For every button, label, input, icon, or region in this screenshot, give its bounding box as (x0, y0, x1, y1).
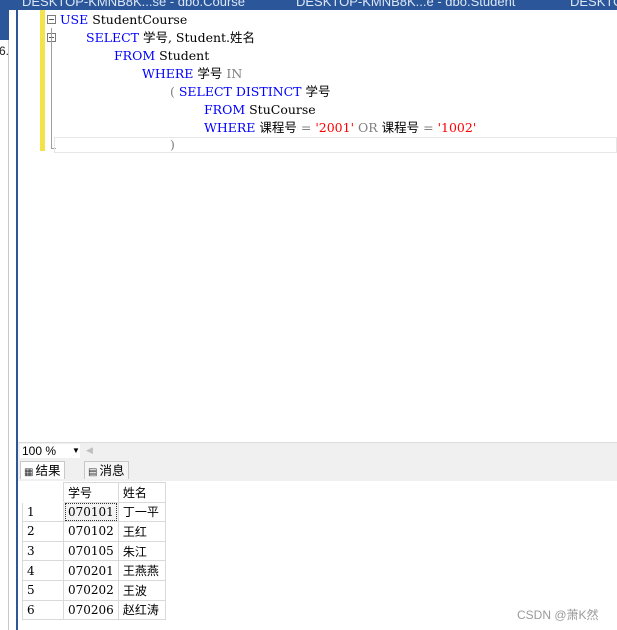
change-tracking-bar (40, 10, 45, 151)
cell-student-id[interactable]: 070101 (63, 501, 119, 523)
editor-status-bar: 100 % ▼ ◀ (18, 442, 617, 460)
code-text: 课程号 (377, 120, 424, 135)
code-text: 学号 (193, 66, 227, 81)
code-text: Student (155, 48, 210, 63)
zoom-value: 100 % (22, 444, 57, 458)
code-text: 学号 (301, 84, 331, 99)
grid-icon: ▦ (24, 467, 34, 478)
table-row: 1 070101 丁一平 (22, 501, 166, 523)
cell-student-id[interactable]: 070202 (63, 579, 119, 601)
code-text: 课程号 (255, 120, 301, 135)
row-number[interactable]: 3 (22, 540, 64, 562)
chevron-down-icon[interactable]: ▼ (72, 444, 80, 458)
cell-name[interactable]: 丁一平 (117, 501, 166, 523)
cell-name[interactable]: 朱江 (117, 540, 166, 562)
tab-messages[interactable]: ▤ 消息 (84, 461, 130, 479)
results-tab-bar: ▦ 结果 ▤ 消息 (18, 459, 617, 481)
code-text: StudentCourse (88, 12, 188, 27)
tab-course-query[interactable]: DESKTOP-KMNB8K...se - dbo.Course (22, 0, 245, 9)
current-line-highlight (54, 137, 617, 153)
grid-header-row: 学号 姓名 (22, 482, 166, 503)
code-line-3[interactable]: FROM Student (114, 47, 209, 65)
code-line-7[interactable]: WHERE 课程号 = '2001' OR 课程号 = '1002' (204, 119, 476, 137)
code-line-1[interactable]: USE StudentCourse (60, 11, 187, 29)
keyword: USE (60, 12, 89, 27)
code-text: 学号, Student.姓名 (139, 30, 256, 45)
string-literal: '2001' (311, 120, 358, 135)
fold-guide-line (51, 28, 52, 148)
tab-student-query[interactable]: DESKTOP-KMNB8K...e - dbo.Student (296, 0, 515, 9)
keyword: FROM (114, 48, 156, 63)
cell-name[interactable]: 王燕燕 (117, 560, 166, 581)
code-line-8[interactable]: ) (170, 136, 175, 154)
scroll-left-icon[interactable]: ◀ (86, 445, 93, 456)
cell-name[interactable]: 王红 (117, 521, 166, 542)
keyword: SELECT (86, 30, 140, 45)
row-number[interactable]: 6 (22, 599, 64, 621)
row-number[interactable]: 1 (22, 501, 64, 523)
cell-name[interactable]: 赵红涛 (117, 599, 166, 621)
object-explorer-edge: 6. (0, 40, 9, 630)
row-number[interactable]: 4 (22, 560, 64, 581)
table-row: 2 070102 王红 (22, 521, 166, 542)
object-explorer-cut-text: 6. (0, 44, 10, 58)
column-header-student-id[interactable]: 学号 (63, 482, 119, 503)
row-number[interactable]: 2 (22, 521, 64, 542)
messages-icon: ▤ (88, 467, 98, 478)
row-number-header (22, 482, 64, 503)
zoom-dropdown[interactable]: 100 % ▼ (20, 444, 80, 458)
code-text: StuCourse (245, 102, 316, 117)
keyword: WHERE (142, 66, 194, 81)
open-paren: ( (170, 84, 179, 99)
keyword-in: IN (226, 66, 243, 81)
cell-student-id[interactable]: 070206 (63, 599, 119, 621)
string-literal: '1002' (433, 120, 477, 135)
code-line-5[interactable]: ( SELECT DISTINCT 学号 (170, 83, 330, 101)
results-grid: 学号 姓名 1 070101 丁一平 2 070102 王红 3 070105 … (22, 482, 166, 621)
column-header-name[interactable]: 姓名 (117, 482, 166, 503)
tab-desktop-partial[interactable]: DESKTOP- (570, 0, 617, 9)
code-line-6[interactable]: FROM StuCourse (204, 101, 316, 119)
table-row: 3 070105 朱江 (22, 540, 166, 562)
close-paren: ) (170, 137, 175, 152)
watermark-text: CSDN @萧K然 (517, 608, 599, 622)
cell-student-id[interactable]: 070201 (63, 560, 119, 581)
document-tab-strip: DESKTOP-KMNB8K...se - dbo.Course DESKTOP… (0, 0, 617, 10)
cell-student-id[interactable]: 070102 (63, 521, 119, 542)
tab-messages-label: 消息 (99, 463, 125, 478)
fold-toggle-use[interactable] (47, 15, 56, 24)
table-row: 6 070206 赵红涛 (22, 599, 166, 621)
code-line-2[interactable]: SELECT 学号, Student.姓名 (86, 29, 255, 47)
tab-results[interactable]: ▦ 结果 (20, 461, 66, 479)
table-row: 5 070202 王波 (22, 579, 166, 601)
tab-results-label: 结果 (35, 463, 61, 478)
cell-student-id[interactable]: 070105 (63, 540, 119, 562)
code-line-4[interactable]: WHERE 学号 IN (142, 65, 242, 83)
keyword-or: OR (358, 120, 378, 135)
operator: = (300, 120, 312, 135)
keyword: WHERE (204, 120, 256, 135)
query-editor[interactable]: USE StudentCourse SELECT 学号, Student.姓名 … (18, 10, 617, 442)
row-number[interactable]: 5 (22, 579, 64, 601)
keyword: SELECT DISTINCT (178, 84, 302, 99)
cell-name[interactable]: 王波 (117, 579, 166, 601)
operator: = (423, 120, 434, 135)
keyword: FROM (204, 102, 246, 117)
table-row: 4 070201 王燕燕 (22, 560, 166, 581)
